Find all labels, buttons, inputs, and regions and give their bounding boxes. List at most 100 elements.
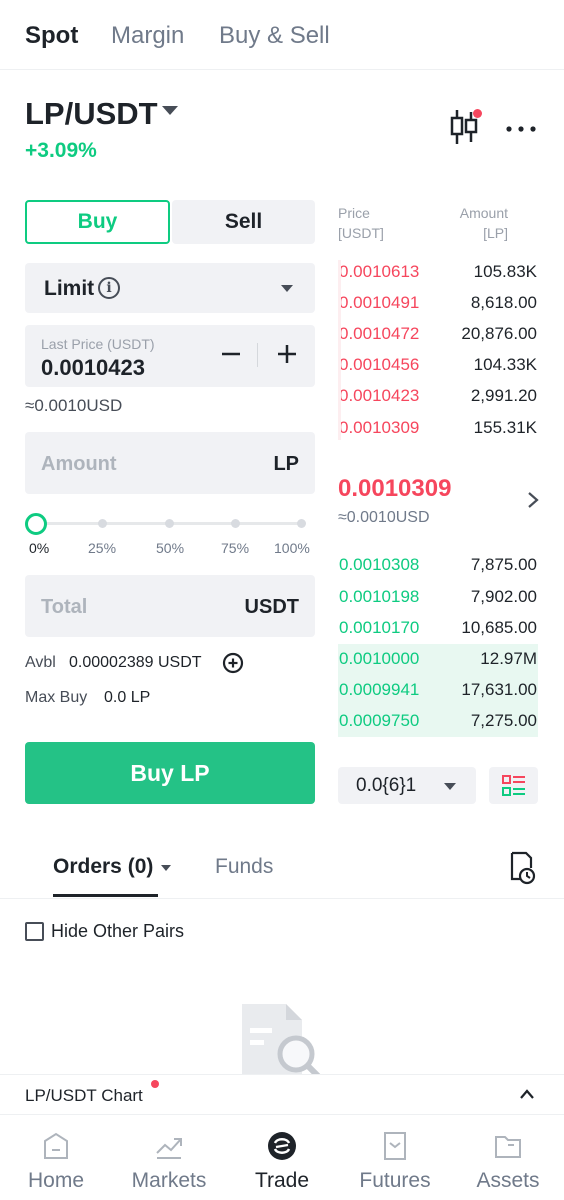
nav-assets-label: Assets [476,1169,540,1192]
nav-home[interactable]: Home [0,1115,112,1200]
orderbook-price-header: Price [USDT] [338,203,384,243]
orderbook-layout-icon [502,775,525,796]
assets-icon [495,1136,521,1158]
price-input-label: Last Price (USDT) [41,336,155,352]
ask-row[interactable]: 0.0010456 104.33K [338,350,538,381]
bid-price: 0.0009750 [339,711,420,730]
tab-orders[interactable]: Orders (0) [53,855,153,879]
bid-row[interactable]: 0.0010198 7,902.00 [338,582,538,613]
active-tab-underline [53,894,158,897]
slider-label-75: 75% [221,540,250,556]
tab-spot[interactable]: Spot [25,22,78,50]
tab-funds[interactable]: Funds [215,855,273,879]
total-unit: USDT [244,596,299,618]
total-input[interactable]: Total USDT [25,575,315,637]
slider-step-25[interactable] [98,519,107,528]
ask-price: 0.0010613 [339,262,420,281]
bid-row[interactable]: 0.0010000 12.97M [338,644,538,675]
bid-price: 0.0009941 [339,680,420,699]
pair-change-percent: +3.09% [25,139,97,162]
more-options-icon[interactable] [506,126,536,132]
nav-markets-label: Markets [131,1169,207,1192]
ask-amount: 155.31K [473,418,537,437]
minus-icon[interactable] [219,339,243,369]
tab-buy-sell[interactable]: Buy & Sell [219,22,330,50]
order-type-select[interactable]: Limit i [25,263,315,313]
order-type-label: Limit [44,277,95,300]
bid-amount: 17,631.00 [461,680,537,699]
orderbook-layout-button[interactable] [489,767,538,804]
orders-dropdown-caret-icon[interactable] [161,865,171,871]
ask-amount: 2,991.20 [470,386,537,405]
chevron-up-icon[interactable] [519,1088,535,1100]
notification-dot [151,1080,159,1088]
orderbook-amount-header: Amount [LP] [430,203,508,243]
nav-futures[interactable]: Futures [339,1115,451,1200]
max-buy-value: 0.0 LP [104,689,151,706]
precision-value: 0.0{6}1 [356,775,417,796]
price-usd-equivalent: ≈0.0010USD [25,396,123,415]
bid-price: 0.0010308 [339,555,420,574]
empty-orders-icon [242,1004,321,1078]
notification-dot [473,109,482,118]
slider-step-75[interactable] [231,519,240,528]
nav-assets[interactable]: Assets [452,1115,564,1200]
amount-input[interactable]: Amount LP [25,432,315,494]
last-traded-price[interactable]: 0.0010309 [338,475,451,503]
slider-step-50[interactable] [165,519,174,528]
price-input-value[interactable]: 0.0010423 [41,355,145,381]
bid-price: 0.0010170 [339,618,420,637]
last-price-usd: ≈0.0010USD [338,509,430,526]
ask-row[interactable]: 0.0010491 8,618.00 [338,288,538,319]
ask-row[interactable]: 0.0010613 105.83K [338,257,538,288]
slider-label-50: 50% [156,540,185,556]
bid-row[interactable]: 0.0009941 17,631.00 [338,675,538,706]
chart-collapse-bar[interactable]: LP/USDT Chart [0,1074,564,1114]
precision-select[interactable]: 0.0{6}1 [338,767,476,804]
price-header-label: Price [338,205,370,221]
slider-label-25: 25% [88,540,117,556]
ask-price: 0.0010472 [339,324,420,343]
nav-markets[interactable]: Markets [113,1115,225,1200]
ask-price: 0.0010456 [339,355,420,374]
chevron-right-icon[interactable] [526,490,540,510]
amount-placeholder: Amount [41,453,117,475]
amount-header-unit: [LP] [483,225,508,241]
markets-icon [156,1138,182,1159]
order-history-icon[interactable] [505,851,537,885]
available-label: Avbl [25,654,56,671]
plus-icon[interactable] [275,341,299,367]
ask-price: 0.0010423 [339,386,420,405]
nav-trade-label: Trade [254,1169,310,1192]
bid-row[interactable]: 0.0010308 7,875.00 [338,550,538,581]
slider-label-100: 100% [274,540,310,556]
nav-home-label: Home [27,1169,85,1192]
hide-other-pairs-checkbox[interactable] [25,922,44,941]
ask-row[interactable]: 0.0010309 155.31K [338,413,538,444]
tab-margin[interactable]: Margin [111,22,184,50]
bid-amount: 7,875.00 [470,555,537,574]
info-icon[interactable]: i [98,277,120,299]
buy-submit-button[interactable]: Buy LP [25,742,315,804]
bid-row[interactable]: 0.0009750 7,275.00 [338,706,538,737]
nav-trade[interactable]: Trade [226,1115,338,1200]
pair-title[interactable]: LP/USDT [25,96,158,132]
pair-dropdown-caret-icon[interactable] [162,106,178,115]
ask-row[interactable]: 0.0010423 2,991.20 [338,381,538,412]
bid-row[interactable]: 0.0010170 10,685.00 [338,613,538,644]
ask-row[interactable]: 0.0010472 20,876.00 [338,319,538,350]
buy-toggle-button[interactable]: Buy [25,200,170,244]
amount-unit: LP [273,453,299,475]
top-tab-bar: Spot Margin Buy & Sell [0,0,564,70]
bottom-navigation: Home Markets Trade Futures Assets [0,1114,564,1200]
add-funds-icon[interactable] [222,652,244,674]
hide-other-pairs-label[interactable]: Hide Other Pairs [51,921,184,942]
slider-step-100[interactable] [297,519,306,528]
sell-toggle-button[interactable]: Sell [172,200,315,244]
ask-price: 0.0010491 [339,293,420,312]
ask-amount: 104.33K [473,355,537,374]
available-value: 0.00002389 USDT [69,654,202,671]
price-input[interactable]: Last Price (USDT) 0.0010423 [25,325,315,387]
amount-header-label: Amount [459,205,508,221]
amount-slider-handle[interactable] [25,513,47,535]
